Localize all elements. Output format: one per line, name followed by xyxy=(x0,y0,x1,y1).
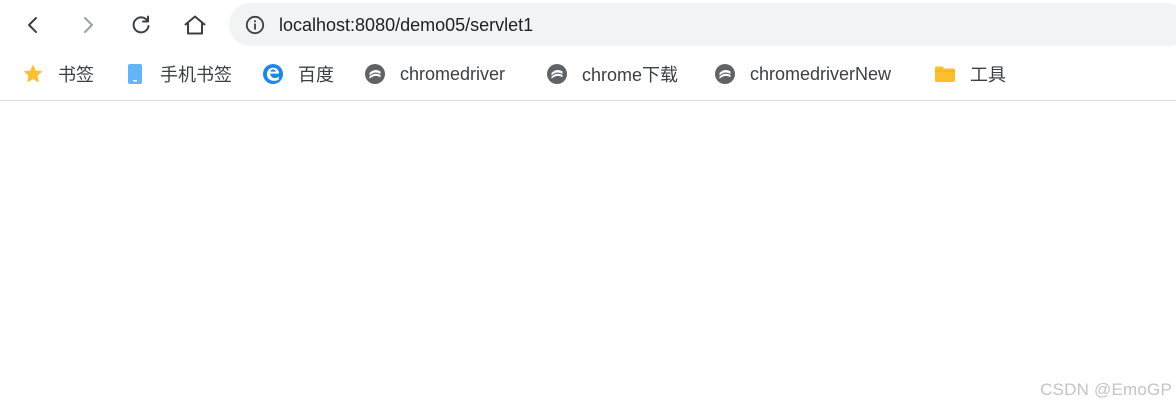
bookmark-label: 工具 xyxy=(970,65,1006,85)
edge-icon xyxy=(262,63,284,85)
bookmark-label: chromedriver xyxy=(400,63,506,84)
bookmarks-bar: 书签 手机书签 百度 chromedriver chrome下载 chromed… xyxy=(0,50,1176,101)
navigation-toolbar: localhost:8080/demo05/servlet1 xyxy=(0,0,1176,50)
forward-button[interactable] xyxy=(71,8,105,42)
watermark: CSDN @EmoGP xyxy=(1040,380,1172,399)
page-content xyxy=(0,101,1176,410)
folder-icon xyxy=(934,63,956,85)
globe-icon xyxy=(714,63,736,85)
chevron-right-icon xyxy=(78,15,98,35)
address-bar[interactable]: localhost:8080/demo05/servlet1 xyxy=(229,3,1176,46)
url-text[interactable]: localhost:8080/demo05/servlet1 xyxy=(279,14,533,36)
back-button[interactable] xyxy=(16,8,50,42)
bookmark-label: chrome下载 xyxy=(582,65,679,85)
bookmark-item-chromedriver[interactable]: chromedriver xyxy=(364,62,505,86)
bookmark-item-bookmarks[interactable]: 书签 xyxy=(22,62,94,86)
bookmark-item-baidu[interactable]: 百度 xyxy=(262,62,334,86)
star-icon xyxy=(22,63,44,85)
globe-icon xyxy=(364,63,386,85)
bookmark-label: 书签 xyxy=(58,65,94,85)
globe-icon xyxy=(546,63,568,85)
mobile-icon xyxy=(124,63,146,85)
home-icon xyxy=(183,14,207,36)
chevron-left-icon xyxy=(23,15,43,35)
bookmark-folder-tools[interactable]: 工具 xyxy=(934,62,1006,86)
home-button[interactable] xyxy=(178,8,212,42)
bookmark-label: 手机书签 xyxy=(160,65,232,85)
bookmark-label: chromedriverNew xyxy=(750,63,892,84)
reload-icon xyxy=(130,14,152,36)
bookmark-item-chrome-download[interactable]: chrome下载 xyxy=(546,62,678,86)
bookmark-item-chromedriver-new[interactable]: chromedriverNew xyxy=(714,62,891,86)
browser-window: localhost:8080/demo05/servlet1 书签 手机书签 百… xyxy=(0,0,1176,410)
reload-button[interactable] xyxy=(124,8,158,42)
bookmark-label: 百度 xyxy=(298,65,334,85)
bookmark-item-mobile-bookmarks[interactable]: 手机书签 xyxy=(124,62,232,86)
info-icon[interactable] xyxy=(245,15,265,35)
